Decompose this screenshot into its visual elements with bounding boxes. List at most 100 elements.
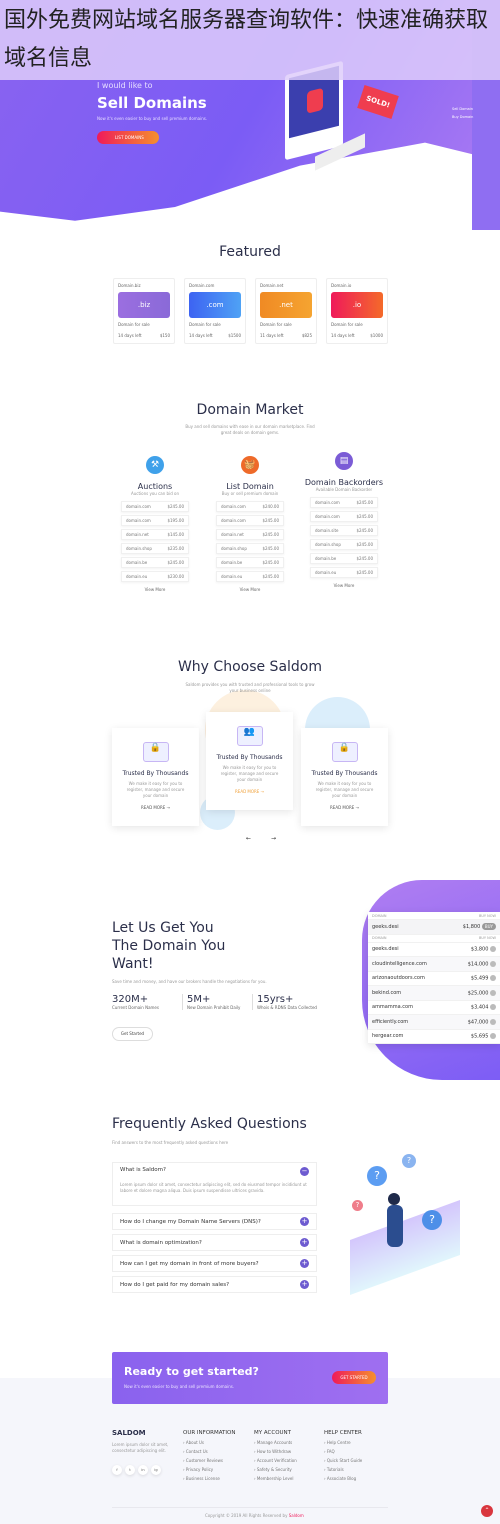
domain-table-row[interactable]: bekind.com $25,000 [368, 986, 500, 1001]
domain-table-row[interactable]: ammamma.com $3,404 [368, 1001, 500, 1015]
hero-toggle[interactable]: Sell Domain Buy Domain [452, 105, 473, 121]
buy-button[interactable] [490, 975, 496, 981]
view-more-link[interactable]: View More [304, 583, 384, 588]
toggle-buy-domain[interactable]: Buy Domain [452, 113, 473, 121]
featured-card[interactable]: Domain.net .net Domain for sale 11 days … [255, 278, 317, 344]
footer-link[interactable]: › Help Centre [324, 1440, 362, 1445]
footer-link[interactable]: › Privacy Policy [183, 1467, 235, 1472]
footer-link[interactable]: › Quick Start Guide [324, 1458, 362, 1463]
buy-button[interactable]: BUY [481, 922, 496, 930]
carousel-prev-button[interactable]: ← [246, 835, 251, 842]
copyright-brand-link[interactable]: Saldom [289, 1513, 304, 1518]
footer-link[interactable]: › Manage Accounts [254, 1440, 297, 1445]
footer-link[interactable]: › Associate Blog [324, 1476, 362, 1481]
market-row[interactable]: domain.shop $235.00 [121, 543, 189, 554]
market-price: $245.00 [356, 570, 373, 575]
featured-title: Featured [219, 244, 281, 260]
read-more-link[interactable]: READ MORE → [301, 805, 388, 810]
market-row[interactable]: domain.be $245.00 [121, 557, 189, 568]
buy-button[interactable] [490, 946, 496, 952]
social-icon[interactable]: ig [151, 1465, 161, 1475]
market-row[interactable]: domain.com $240.00 [216, 501, 284, 512]
list-domains-button[interactable]: LIST DOMAINS [97, 131, 159, 144]
buy-button[interactable] [490, 1033, 496, 1039]
domain-table-row[interactable]: geeks.desi $3,800 [368, 943, 500, 957]
buy-button[interactable] [490, 1018, 496, 1025]
hero-subtitle: Now it's even easier to buy and sell pre… [97, 116, 208, 121]
market-row[interactable]: domain.eu $245.00 [216, 571, 284, 582]
read-more-label: READ MORE [235, 789, 260, 794]
market-row[interactable]: domain.com $245.00 [121, 501, 189, 512]
featured-card[interactable]: Domain.com .com Domain for sale 14 days … [184, 278, 246, 344]
footer-link[interactable]: › FAQ [324, 1449, 362, 1454]
footer-link[interactable]: › Membership Level [254, 1476, 297, 1481]
footer-link[interactable]: › Business License [183, 1476, 235, 1481]
document-icon: ▤ [335, 452, 353, 470]
featured-domain-name: Domain.io [331, 283, 352, 288]
footer-link[interactable]: › Account Verification [254, 1458, 297, 1463]
buy-button[interactable] [490, 989, 496, 996]
market-row[interactable]: domain.eu $230.00 [121, 571, 189, 582]
faq-item[interactable]: How do I change my Domain Name Servers (… [112, 1213, 317, 1230]
domain-table-row[interactable]: efficiently.com $47,000 [368, 1015, 500, 1030]
why-card-text: We make it easy for you to register, man… [126, 781, 185, 798]
plus-icon[interactable]: + [300, 1280, 309, 1289]
view-more-link[interactable]: View More [115, 587, 195, 592]
why-title: Why Choose Saldom [177, 659, 323, 675]
scroll-to-top-button[interactable]: ⌃ [481, 1505, 493, 1517]
social-icon[interactable]: t [125, 1465, 135, 1475]
view-more-link[interactable]: View More [210, 587, 290, 592]
social-icon-label: ig [154, 1468, 158, 1472]
domain-table-row[interactable]: cloudintelligence.com $14,000 [368, 957, 500, 972]
minus-icon[interactable]: − [300, 1167, 309, 1176]
carousel-next-button[interactable]: → [271, 835, 276, 842]
market-row[interactable]: domain.com $245.00 [310, 497, 378, 508]
footer-link[interactable]: › Safety & Security [254, 1467, 297, 1472]
plus-icon[interactable]: + [300, 1238, 309, 1247]
market-row[interactable]: domain.shop $245.00 [310, 539, 378, 550]
footer-link[interactable]: › Customer Reviews [183, 1458, 235, 1463]
market-price: $245.00 [262, 546, 279, 551]
get-started-button[interactable]: Get Started [112, 1027, 153, 1041]
market-row[interactable]: domain.com $245.00 [310, 511, 378, 522]
market-column: 🧺 List Domain Buy or sell premium domain… [210, 456, 290, 592]
plus-icon[interactable]: + [300, 1259, 309, 1268]
market-row[interactable]: domain.be $245.00 [216, 557, 284, 568]
faq-item[interactable]: How can I get my domain in front of more… [112, 1255, 317, 1272]
faq-item[interactable]: How do I get paid for my domain sales? + [112, 1276, 317, 1293]
market-row[interactable]: domain.com $195.00 [121, 515, 189, 526]
domain-table-row[interactable]: arizonaoutdoors.com $5,499 [368, 972, 500, 986]
social-icon[interactable]: f [112, 1465, 122, 1475]
domain-name: ammamma.com [372, 1004, 413, 1011]
faq-item[interactable]: What is domain optimization? + [112, 1234, 317, 1251]
buy-button[interactable] [490, 1004, 496, 1010]
market-row[interactable]: domain.com $245.00 [216, 515, 284, 526]
footer-link[interactable]: › Tutorials [324, 1467, 362, 1472]
social-icon[interactable]: in [138, 1465, 148, 1475]
plus-icon[interactable]: + [300, 1217, 309, 1226]
footer-link[interactable]: › About Us [183, 1440, 235, 1445]
market-row[interactable]: domain.shop $245.00 [216, 543, 284, 554]
market-row[interactable]: domain.be $245.00 [310, 553, 378, 564]
market-price: $245.00 [356, 514, 373, 519]
cta-get-started-button[interactable]: GET STARTED [332, 1371, 376, 1384]
read-more-link[interactable]: READ MORE → [206, 789, 293, 794]
market-row[interactable]: domain.net $245.00 [216, 529, 284, 540]
buy-button[interactable] [490, 960, 496, 967]
footer-link[interactable]: › How to Withdraw [254, 1449, 297, 1454]
featured-card[interactable]: Domain.io .io Domain for sale 14 days le… [326, 278, 388, 344]
featured-card[interactable]: Domain.biz .biz Domain for sale 14 days … [113, 278, 175, 344]
toggle-sell-domain[interactable]: Sell Domain [452, 105, 473, 113]
getyou-title-line: Let Us Get You [112, 920, 214, 936]
getyou-title-line: The Domain You [112, 938, 226, 954]
market-row[interactable]: domain.site $245.00 [310, 525, 378, 536]
why-card-title: Trusted By Thousands [122, 770, 189, 777]
footer-link-label: Associate Blog [326, 1476, 357, 1481]
domain-table-row[interactable]: hergear.com $5,695 [368, 1030, 500, 1044]
read-more-link[interactable]: READ MORE → [112, 805, 199, 810]
footer-link[interactable]: › Contact Us [183, 1449, 235, 1454]
market-row[interactable]: domain.net $145.00 [121, 529, 189, 540]
footer-column: OUR INFORMATION › About Us › Contact Us › … [183, 1430, 235, 1481]
faq-item[interactable]: What is Saldom? − Lorem ipsum dolor sit … [112, 1162, 317, 1206]
market-row[interactable]: domain.eu $245.00 [310, 567, 378, 578]
